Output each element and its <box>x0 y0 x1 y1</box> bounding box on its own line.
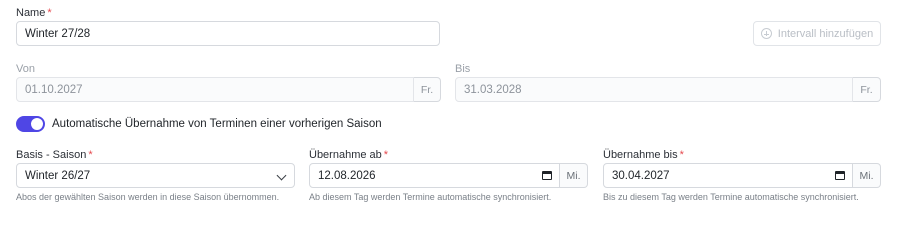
basis-saison-select[interactable]: Winter 26/27 <box>16 163 295 188</box>
von-input[interactable]: 01.10.2027 <box>16 77 414 102</box>
von-weekday: Fr. <box>414 77 441 102</box>
uebernahme-ab-input[interactable]: 12.08.2026 <box>309 163 560 188</box>
basis-saison-label: Basis - Saison * <box>16 149 93 161</box>
name-input[interactable]: Winter 27/28 <box>16 21 440 46</box>
calendar-icon[interactable] <box>835 171 845 180</box>
auto-takeover-toggle[interactable] <box>16 116 45 132</box>
uebernahme-ab-label: Übernahme ab * <box>309 149 389 161</box>
uebernahme-ab-weekday: Mi. <box>560 163 588 188</box>
uebernahme-bis-label: Übernahme bis * <box>603 149 684 161</box>
toggle-knob <box>31 118 43 130</box>
uebernahme-bis-input[interactable]: 30.04.2027 <box>603 163 853 188</box>
chevron-down-icon <box>276 170 287 181</box>
name-label: Name * <box>16 7 52 19</box>
uebernahme-ab-help: Ab diesem Tag werden Termine automatisch… <box>309 192 552 202</box>
uebernahme-bis-weekday: Mi. <box>853 163 881 188</box>
bis-input[interactable]: 31.03.2028 <box>455 77 853 102</box>
bis-weekday: Fr. <box>853 77 881 102</box>
von-label: Von <box>16 63 35 75</box>
plus-circle-icon <box>760 28 772 39</box>
bis-label: Bis <box>455 63 471 75</box>
basis-saison-help: Abos der gewählten Saison werden in dies… <box>16 192 280 202</box>
auto-takeover-label: Automatische Übernahme von Terminen eine… <box>52 118 382 130</box>
uebernahme-bis-help: Bis zu diesem Tag werden Termine automat… <box>603 192 859 202</box>
calendar-icon[interactable] <box>542 171 552 180</box>
add-interval-button[interactable]: Intervall hinzufügen <box>753 21 881 46</box>
